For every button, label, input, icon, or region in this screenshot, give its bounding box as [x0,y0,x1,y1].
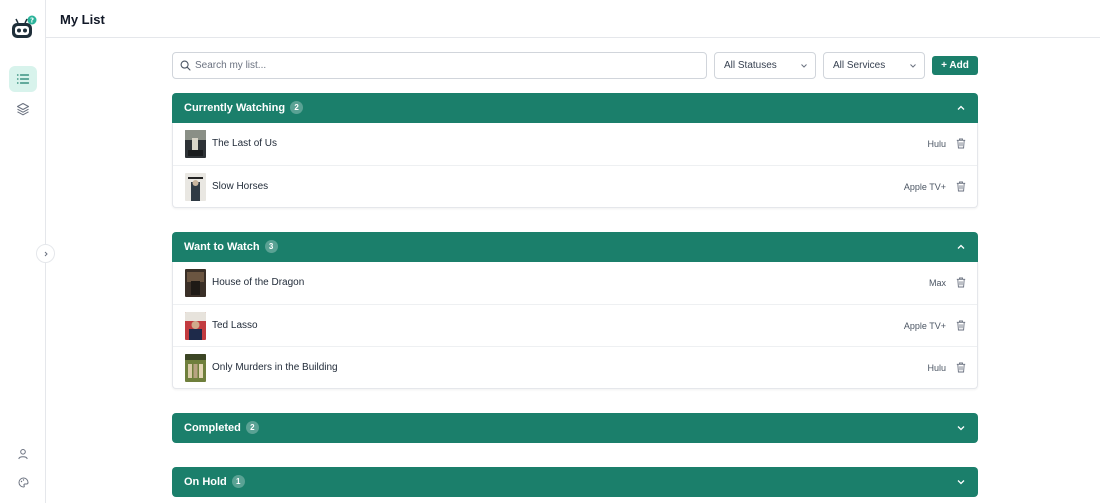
section-title-text: On Hold [184,476,227,488]
item-service: Hulu [927,139,946,149]
add-button[interactable]: + Add [932,56,978,75]
item-title: Ted Lasso [212,320,258,331]
chevron-down-icon [910,64,916,68]
search-input[interactable] [195,53,700,78]
chevron-right-icon [44,251,48,256]
app: ? My List Search my list... All Statuses… [0,0,1100,503]
trash-icon[interactable] [956,138,966,149]
poster-thumbnail [185,312,206,340]
item-title: House of the Dragon [212,277,305,288]
poster-thumbnail [185,173,206,201]
search-icon [180,60,191,71]
section-body: The Last of Us Hulu Slow Horses Apple TV… [172,123,978,208]
section-want-to-watch: Want to Watch 3 House of the Dragon Max [172,232,978,389]
section-body: House of the Dragon Max Ted Lasso Apple … [172,262,978,389]
section-count-badge: 2 [245,421,259,434]
section-title: Currently Watching 2 [184,101,304,114]
layers-icon [16,102,30,116]
user-icon [18,449,28,460]
section-count-badge: 1 [231,475,245,488]
sidebar-collapse-button[interactable] [36,244,55,263]
trash-icon[interactable] [956,277,966,288]
list-item[interactable]: House of the Dragon Max [173,262,977,304]
app-logo-icon[interactable]: ? [9,14,37,42]
service-filter-select[interactable]: All Services [823,52,925,79]
trash-icon[interactable] [956,320,966,331]
list-item[interactable]: Slow Horses Apple TV+ [173,165,977,207]
section-title: Want to Watch 3 [184,240,278,253]
trash-icon[interactable] [956,181,966,192]
section-header[interactable]: On Hold 1 [172,467,978,497]
section-count-badge: 2 [290,101,304,114]
poster-thumbnail [185,354,206,382]
item-title: Only Murders in the Building [212,362,338,373]
section-title-text: Currently Watching [184,102,286,114]
item-service: Hulu [927,363,946,373]
section-title-text: Want to Watch [184,241,260,253]
section-currently-watching: Currently Watching 2 The Last of Us Hulu [172,93,978,208]
section-header[interactable]: Want to Watch 3 [172,232,978,262]
svg-text:?: ? [30,17,34,25]
item-title: Slow Horses [212,181,269,192]
section-header[interactable]: Currently Watching 2 [172,93,978,123]
chevron-down-icon [801,64,807,68]
nav-profile[interactable] [9,441,37,467]
section-count-badge: 3 [264,240,278,253]
top-bar: My List [46,0,1100,38]
nav-theme[interactable] [9,469,37,495]
section-completed: Completed 2 [172,413,978,443]
section-title: Completed 2 [184,421,259,434]
section-on-hold: On Hold 1 [172,467,978,497]
section-title: On Hold 1 [184,475,245,488]
item-service: Apple TV+ [903,321,946,331]
poster-thumbnail [185,269,206,297]
chevron-down-icon[interactable] [956,477,966,487]
nav-collections[interactable] [9,96,37,122]
page-title: My List [60,12,105,27]
section-title-text: Completed [184,422,241,434]
poster-thumbnail [185,130,206,158]
chevron-up-icon[interactable] [956,103,966,113]
search-box[interactable] [172,52,707,79]
trash-icon[interactable] [956,362,966,373]
list-item[interactable]: The Last of Us Hulu [173,123,977,165]
chevron-down-icon[interactable] [956,423,966,433]
list-item[interactable]: Only Murders in the Building Hulu [173,346,977,388]
list-icon [16,74,30,84]
item-title: The Last of Us [212,138,278,149]
service-filter-value: All Services [833,60,886,71]
item-service: Max [928,278,946,288]
status-filter-value: All Statuses [724,60,777,71]
status-filter-select[interactable]: All Statuses [714,52,816,79]
section-header[interactable]: Completed 2 [172,413,978,443]
palette-icon [18,476,29,488]
nav-my-list[interactable] [9,66,37,92]
chevron-up-icon[interactable] [956,242,966,252]
list-item[interactable]: Ted Lasso Apple TV+ [173,304,977,346]
item-service: Apple TV+ [903,182,946,192]
